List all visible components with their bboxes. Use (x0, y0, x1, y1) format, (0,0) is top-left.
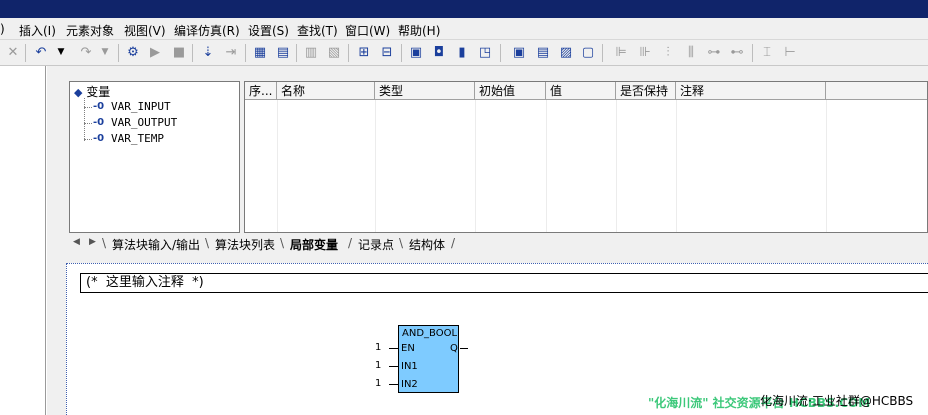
redo-icon[interactable]: ↷ (77, 43, 95, 61)
comment-box[interactable]: (* 这里输入注释 *) (80, 273, 928, 293)
table-a-icon[interactable]: ▥ (302, 43, 320, 61)
col-type[interactable]: 类型 (375, 82, 475, 100)
menu-insert[interactable]: 插入(I) (19, 22, 56, 39)
print-icon[interactable]: ▮ (453, 43, 471, 61)
node-b-icon[interactable]: ⊟ (378, 43, 396, 61)
var-input-icon: -0 (93, 101, 105, 112)
close-icon[interactable]: ✕ (4, 43, 22, 61)
tab-block-io[interactable]: 算法块输入/输出 (112, 236, 200, 253)
tree-item-var-temp[interactable]: VAR_TEMP (111, 132, 164, 145)
space-h-icon[interactable]: ⌶ (758, 43, 776, 61)
space-v-icon[interactable]: ⊢ (781, 43, 799, 61)
input-value-in2[interactable]: 1 (375, 378, 381, 389)
input-value-en[interactable]: 1 (375, 342, 381, 353)
menu-window[interactable]: 窗口(W) (345, 22, 390, 39)
toolbar: ✕ ↶ ▼ ↷ ▼ ⚙ ▶ ■ ⇣ ⇥ ▦ ▤ ▥ ▧ ⊞ ⊟ ▣ ◘ ▮ ◳ … (0, 40, 928, 66)
node-a-icon[interactable]: ⊞ (355, 43, 373, 61)
stop-icon[interactable]: ■ (170, 43, 188, 61)
view-c-icon[interactable]: ▨ (557, 43, 575, 61)
col-name[interactable]: 名称 (277, 82, 375, 100)
col-value[interactable]: 值 (546, 82, 616, 100)
menu-elements[interactable]: 元素对象 (66, 22, 114, 39)
title-bar (0, 0, 928, 18)
var-temp-icon: -0 (93, 133, 105, 144)
variable-tree[interactable]: ◆ 变量 -0 VAR_INPUT -0 VAR_OUTPUT -0 VAR_T… (69, 81, 240, 233)
menu-settings[interactable]: 设置(S) (248, 22, 289, 39)
dropdown-icon[interactable]: ▼ (52, 43, 70, 61)
tree-item-var-input[interactable]: VAR_INPUT (111, 100, 171, 113)
menu-compile-sim[interactable]: 编译仿真(R) (174, 22, 240, 39)
comment-icon[interactable]: ◳ (476, 43, 494, 61)
undo-icon[interactable]: ↶ (32, 43, 50, 61)
variable-grid[interactable]: 序... 名称 类型 初始值 值 是否保持 注释 (244, 81, 928, 233)
tab-strip: ◀ ▶ \ 算法块输入/输出 \ 算法块列表 \ 局部变量 / 记录点 \ 结构… (69, 234, 928, 252)
menu-help[interactable]: 帮助(H) (398, 22, 440, 39)
tab-scroll-left-icon[interactable]: ◀ (73, 237, 80, 247)
tab-block-list[interactable]: 算法块列表 (215, 236, 275, 253)
menu-view[interactable]: 视图(V) (124, 22, 166, 39)
col-index[interactable]: 序... (245, 82, 277, 100)
view-d-icon[interactable]: ▢ (579, 43, 597, 61)
var-table-icon[interactable]: ▦ (251, 43, 269, 61)
play-icon[interactable]: ▶ (146, 43, 164, 61)
variable-folder-icon: ◆ (74, 86, 83, 99)
tab-record-points[interactable]: 记录点 (358, 236, 394, 253)
pin-in2[interactable]: IN2 (401, 379, 418, 390)
function-block[interactable]: AND_BOOL EN IN1 IN2 Q (398, 325, 459, 393)
tab-scroll-right-icon[interactable]: ▶ (89, 237, 96, 247)
dropdown-icon[interactable]: ▼ (96, 43, 114, 61)
view-b-icon[interactable]: ▤ (534, 43, 552, 61)
tree-item-var-output[interactable]: VAR_OUTPUT (111, 116, 177, 129)
grid-header: 序... 名称 类型 初始值 值 是否保持 注释 (245, 82, 927, 100)
link-icon[interactable]: ⊶ (705, 43, 723, 61)
menu-file-fragment[interactable]: ) (0, 22, 5, 36)
pin-q[interactable]: Q (450, 343, 458, 354)
tree-root[interactable]: ◆ 变量 (74, 83, 110, 100)
tab-local-vars[interactable]: 局部变量 (290, 236, 338, 253)
pin-in1[interactable]: IN1 (401, 361, 418, 372)
step-icon[interactable]: ⇣ (199, 43, 217, 61)
menu-bar: ) 插入(I) 元素对象 视图(V) 编译仿真(R) 设置(S) 查找(T) 窗… (0, 18, 928, 40)
run-icon[interactable]: ⚙ (124, 43, 142, 61)
align-top-icon[interactable]: ⫼ (682, 43, 700, 61)
window-title (20, 2, 400, 14)
var-output-icon: -0 (93, 117, 105, 128)
col-initial-value[interactable]: 初始值 (475, 82, 546, 100)
config-icon[interactable]: ◘ (430, 43, 448, 61)
menu-find[interactable]: 查找(T) (297, 22, 338, 39)
watermark-right: 化海川流·工业社群@HCBBS (760, 394, 914, 408)
save-icon[interactable]: ▣ (407, 43, 425, 61)
step-over-icon[interactable]: ⇥ (222, 43, 240, 61)
tab-struct[interactable]: 结构体 (409, 236, 445, 253)
pin-en[interactable]: EN (401, 343, 415, 354)
align-right-icon[interactable]: ⫶ (659, 43, 677, 61)
tree-root-label: 变量 (86, 85, 111, 99)
view-a-icon[interactable]: ▣ (510, 43, 528, 61)
input-value-in1[interactable]: 1 (375, 360, 381, 371)
col-retain[interactable]: 是否保持 (616, 82, 676, 100)
unlink-icon[interactable]: ⊷ (728, 43, 746, 61)
col-comment[interactable]: 注释 (676, 82, 826, 100)
block-name: AND_BOOL (402, 328, 458, 339)
table-b-icon[interactable]: ▧ (325, 43, 343, 61)
align-center-icon[interactable]: ⊪ (636, 43, 654, 61)
var-list-icon[interactable]: ▤ (274, 43, 292, 61)
project-pane[interactable] (0, 66, 46, 415)
align-left-icon[interactable]: ⊫ (612, 43, 630, 61)
